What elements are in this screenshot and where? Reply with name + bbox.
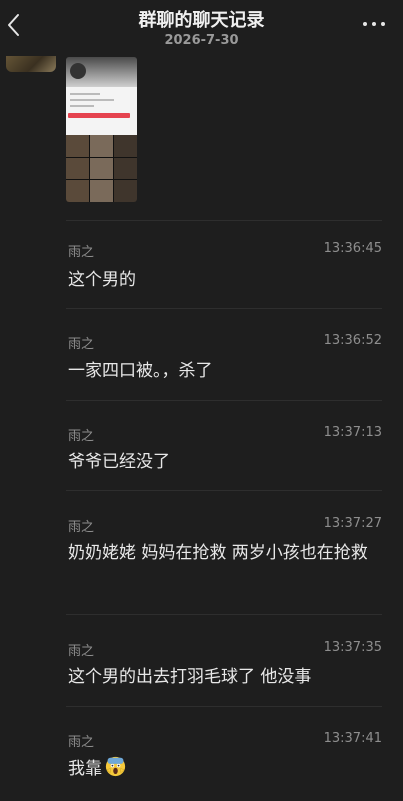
message-text: 奶奶姥姥 妈妈在抢救 两岁小孩也在抢救	[68, 543, 368, 563]
message-time: 13:37:41	[323, 731, 382, 746]
list-item[interactable]: 雨之 13:36:52 一家四口被。，杀了	[66, 308, 382, 401]
message-time: 13:36:45	[323, 241, 382, 256]
more-button[interactable]	[361, 14, 387, 34]
list-item[interactable]: 雨之 13:37:41 我靠	[66, 706, 382, 801]
sender-name: 雨之	[68, 520, 95, 535]
message-text: 爷爷已经没了	[68, 452, 170, 472]
message-text: 一家四口被。，杀了	[68, 361, 213, 381]
message-text: 我靠	[68, 753, 378, 785]
message-text: 这个男的	[68, 270, 136, 290]
message-text: 这个男的出去打羽毛球了 他没事	[68, 667, 312, 687]
page-title: 群聊的聊天记录	[138, 10, 265, 31]
sender-name: 雨之	[68, 644, 95, 659]
image-message-thumbnail[interactable]	[66, 57, 137, 202]
sender-name: 雨之	[68, 735, 95, 750]
sender-name: 雨之	[68, 245, 95, 260]
more-dots-icon	[363, 22, 367, 26]
list-item[interactable]: 雨之 13:37:13 爷爷已经没了	[66, 400, 382, 491]
header: 群聊的聊天记录 2026-7-30	[0, 0, 403, 56]
message-text-span: 我靠	[68, 759, 102, 779]
list-item[interactable]: 雨之 13:37:35 这个男的出去打羽毛球了 他没事	[66, 614, 382, 707]
list-item[interactable]: 雨之 13:37:27 奶奶姥姥 妈妈在抢救 两岁小孩也在抢救	[66, 490, 382, 615]
sender-name: 雨之	[68, 429, 95, 444]
chat-date: 2026-7-30	[164, 33, 239, 48]
message-time: 13:37:27	[323, 516, 382, 531]
message-time: 13:37:13	[323, 425, 382, 440]
sender-name: 雨之	[68, 337, 95, 352]
message-time: 13:37:35	[323, 640, 382, 655]
list-item[interactable]: 雨之 13:36:45 这个男的	[66, 220, 382, 309]
message-time: 13:36:52	[323, 333, 382, 348]
scream-emoji-icon	[105, 756, 126, 777]
